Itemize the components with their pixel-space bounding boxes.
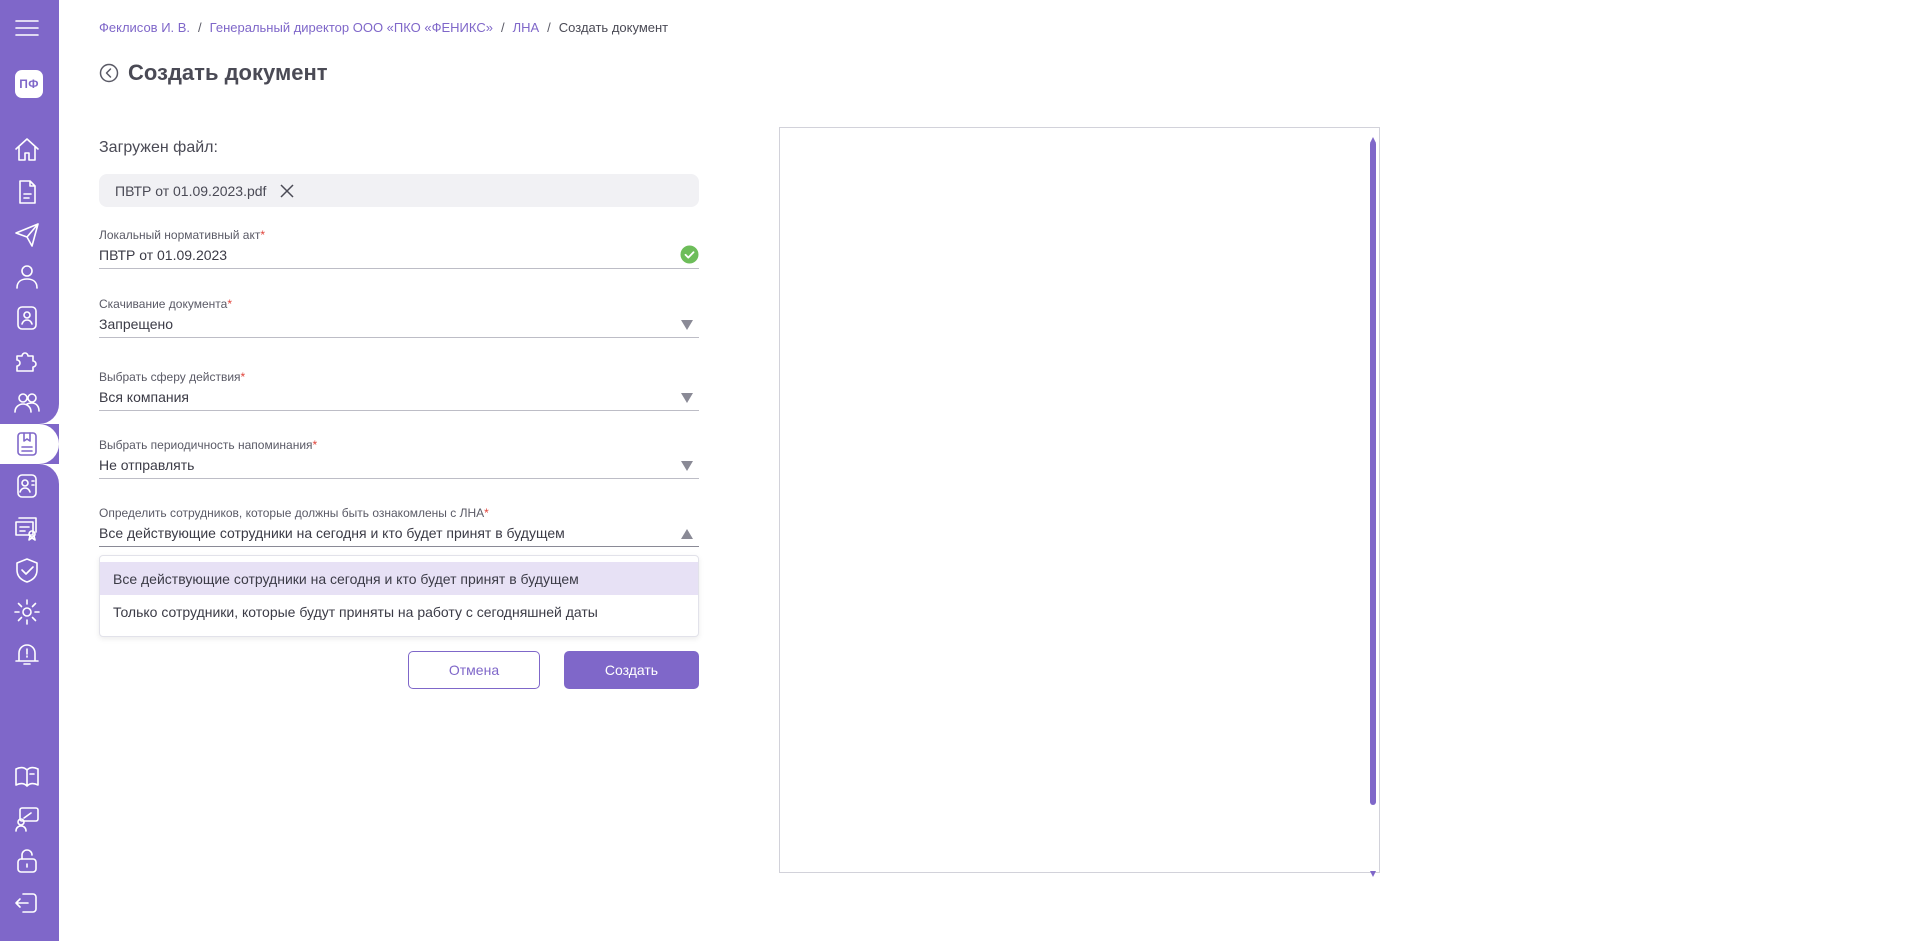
reminder-frequency-select[interactable]: Выбрать периодичность напоминания* Не от… — [99, 438, 699, 479]
alert-bell-icon[interactable] — [12, 639, 42, 669]
chevron-down-icon — [681, 390, 693, 403]
scroll-down-arrow-icon[interactable] — [1370, 864, 1376, 877]
breadcrumb-item-employee[interactable]: Феклисов И. В. — [99, 20, 190, 35]
chevron-down-icon — [681, 458, 693, 471]
field-value: Не отправлять — [99, 457, 195, 473]
uploaded-file-chip: ПВТР от 01.09.2023.pdf — [99, 174, 699, 207]
field-value: Все действующие сотрудники на сегодня и … — [99, 525, 565, 541]
cancel-button[interactable]: Отмена — [408, 651, 540, 689]
back-arrow-icon[interactable] — [99, 63, 119, 83]
user-icon[interactable] — [12, 261, 42, 291]
logout-icon[interactable] — [12, 888, 42, 918]
document-preview — [779, 127, 1380, 877]
document-icon[interactable] — [12, 177, 42, 207]
book-icon[interactable] — [12, 762, 42, 792]
download-permission-select[interactable]: Скачивание документа* Запрещено — [99, 297, 699, 338]
breadcrumb: Феклисов И. В. / Генеральный директор ОО… — [99, 20, 669, 35]
scroll-up-arrow-icon[interactable] — [1370, 130, 1376, 143]
avatar[interactable]: ПФ — [15, 70, 43, 98]
uploaded-file-name: ПВТР от 01.09.2023.pdf — [115, 182, 267, 199]
puzzle-icon[interactable] — [12, 345, 42, 375]
lock-icon[interactable] — [12, 846, 42, 876]
chevron-down-icon — [681, 317, 693, 330]
certificate-icon[interactable] — [12, 513, 42, 543]
dropdown-option[interactable]: Все действующие сотрудники на сегодня и … — [100, 562, 698, 595]
sidebar: ПФ — [0, 0, 59, 941]
preview-scrollbar[interactable] — [1367, 128, 1379, 877]
profile-badge-icon[interactable] — [12, 303, 42, 333]
check-circle-icon — [680, 245, 699, 264]
employees-dropdown-menu: Все действующие сотрудники на сегодня и … — [99, 555, 699, 637]
presentation-icon[interactable] — [12, 804, 42, 834]
chevron-up-icon — [681, 526, 693, 539]
title-row: Создать документ — [99, 60, 328, 86]
scope-select[interactable]: Выбрать сферу действия* Вся компания — [99, 370, 699, 411]
breadcrumb-current: Создать документ — [558, 20, 669, 35]
bookmark-document-icon[interactable] — [12, 429, 42, 459]
field-label: Выбрать сферу действия — [99, 370, 241, 384]
close-icon[interactable] — [278, 182, 296, 200]
field-label: Определить сотрудников, которые должны б… — [99, 506, 485, 520]
uploaded-file-label: Загружен файл: — [99, 139, 218, 156]
create-button[interactable]: Создать — [564, 651, 699, 689]
breadcrumb-item-lna[interactable]: ЛНА — [513, 20, 540, 35]
dropdown-option[interactable]: Только сотрудники, которые будут приняты… — [100, 595, 698, 628]
scrollbar-thumb[interactable] — [1370, 141, 1376, 805]
field-label: Скачивание документа — [99, 297, 228, 311]
team-icon[interactable] — [12, 387, 42, 417]
field-value: ПВТР от 01.09.2023 — [99, 247, 228, 263]
menu-icon[interactable] — [12, 13, 42, 43]
field-value: Вся компания — [99, 389, 190, 405]
page-title: Создать документ — [128, 60, 328, 85]
lna-name-field[interactable]: Локальный нормативный акт* ПВТР от 01.09… — [99, 228, 699, 269]
send-icon[interactable] — [12, 219, 42, 249]
field-value: Запрещено — [99, 316, 174, 332]
contact-card-icon[interactable] — [12, 471, 42, 501]
field-label: Выбрать периодичность напоминания — [99, 438, 313, 452]
employees-select[interactable]: Определить сотрудников, которые должны б… — [99, 506, 699, 547]
shield-check-icon[interactable] — [12, 555, 42, 585]
gear-icon[interactable] — [12, 597, 42, 627]
field-label: Локальный нормативный акт — [99, 228, 261, 242]
breadcrumb-item-position[interactable]: Генеральный директор ООО «ПКО «ФЕНИКС» — [210, 20, 493, 35]
home-icon[interactable] — [12, 135, 42, 165]
